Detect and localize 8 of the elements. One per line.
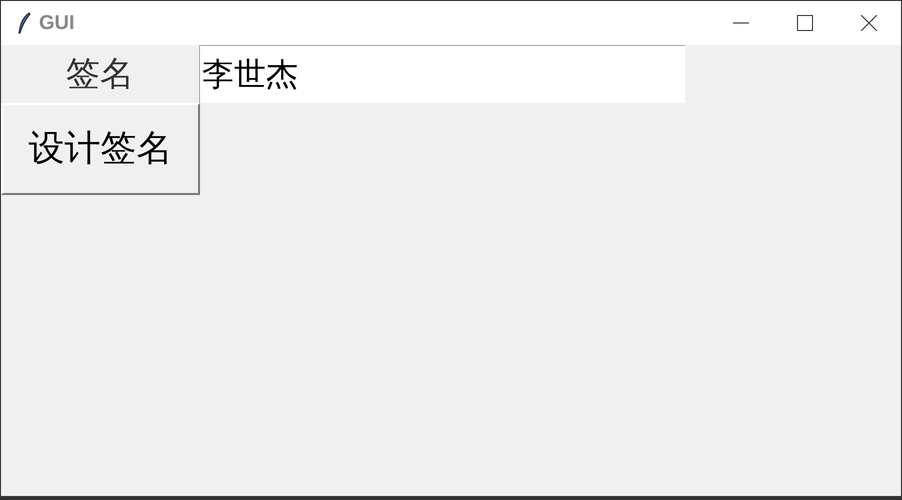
- design-signature-button[interactable]: 设计签名: [1, 103, 200, 195]
- minimize-icon[interactable]: [733, 22, 749, 24]
- signature-label: 签名: [65, 52, 135, 96]
- feather-icon: [17, 12, 31, 34]
- maximize-icon[interactable]: [797, 15, 813, 31]
- window-title: GUI: [39, 11, 75, 36]
- signature-input[interactable]: 李世杰: [199, 45, 685, 103]
- close-icon[interactable]: [861, 15, 877, 31]
